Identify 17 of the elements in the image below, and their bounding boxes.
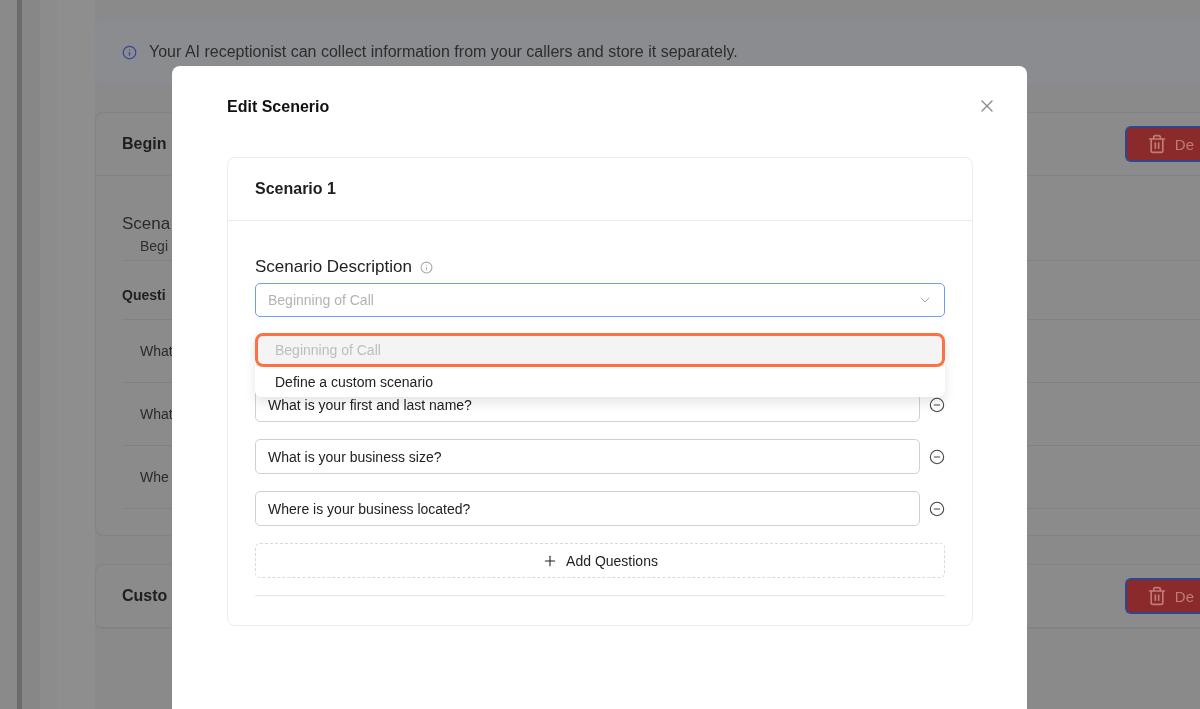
info-icon (122, 44, 137, 60)
dialog-title: Edit Scenerio (227, 98, 330, 116)
remove-button[interactable] (929, 396, 945, 413)
scenario-select[interactable]: Beginning of Call (255, 283, 945, 317)
question-field[interactable]: What is your business size? (255, 439, 920, 474)
question-field[interactable]: Where is your business located? (255, 491, 920, 526)
add-questions-button[interactable]: Add Questions (255, 543, 945, 578)
trash-icon (1146, 134, 1167, 154)
banner-text: Your AI receptionist can collect information from your callers and store it separately. (149, 43, 738, 61)
remove-button[interactable] (929, 500, 945, 517)
scenario-label: Scena (122, 214, 172, 234)
scenario-title: Scenario 1 (255, 180, 336, 198)
section-title: Custo (122, 587, 168, 605)
info-icon (419, 260, 433, 274)
remove-button[interactable] (929, 448, 945, 465)
trash-icon (1146, 586, 1167, 606)
section-title: Begin (122, 135, 167, 153)
